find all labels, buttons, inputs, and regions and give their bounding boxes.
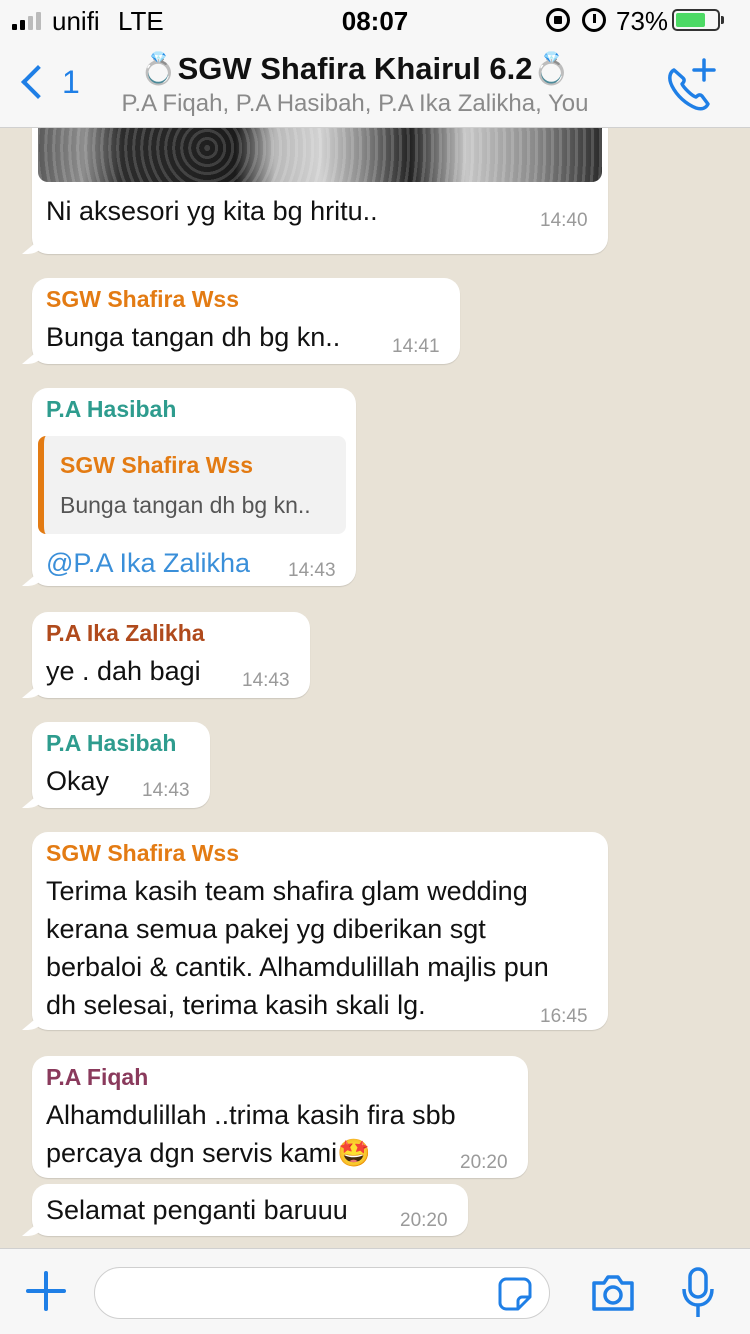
sticker-icon [498, 1277, 532, 1311]
message-text: Ni aksesori yg kita bg hritu.. [46, 196, 378, 226]
message-line: dh selesai, terima kasih skali lg. [46, 990, 426, 1020]
microphone-button[interactable] [680, 1265, 716, 1321]
accessories-photo[interactable] [38, 128, 602, 182]
message-time: 14:43 [242, 670, 290, 691]
message-text: ye . dah bagi [46, 656, 201, 686]
message-line: percaya dgn servis kami🤩 [46, 1138, 371, 1168]
message-time: 14:40 [540, 210, 588, 231]
add-call-button[interactable] [660, 54, 724, 114]
message-text: Alhamdulillah ..trima kasih fira sbb per… [46, 1096, 456, 1172]
message-time: 16:45 [540, 1006, 588, 1027]
sender-name[interactable]: P.A Hasibah [46, 730, 176, 757]
back-button[interactable]: 1 [14, 54, 94, 110]
message-bubble[interactable]: SGW Shafira Wss Terima kasih team shafir… [32, 832, 608, 1030]
camera-icon [592, 1275, 634, 1311]
mention-link[interactable]: @P.A Ika Zalikha [46, 544, 250, 582]
camera-button[interactable] [590, 1271, 636, 1315]
chevron-left-icon [21, 65, 55, 99]
message-time: 14:43 [288, 560, 336, 581]
chat-message-list[interactable]: Ni aksesori yg kita bg hritu.. 14:40 SGW… [0, 128, 750, 1248]
image-message-bubble[interactable]: Ni aksesori yg kita bg hritu.. 14:40 [32, 128, 608, 254]
message-time: 20:20 [400, 1210, 448, 1231]
message-bubble[interactable]: Selamat penganti baruuu 20:20 [32, 1184, 468, 1236]
sender-name[interactable]: SGW Shafira Wss [46, 286, 239, 313]
unread-count: 1 [62, 63, 80, 100]
message-text: Okay [46, 766, 110, 796]
message-line: Alhamdulillah ..trima kasih fira sbb [46, 1100, 456, 1130]
status-bar: unifi LTE 08:07 73% [0, 0, 750, 40]
battery-percentage: 73% [616, 6, 669, 36]
orientation-lock-icon [546, 8, 570, 32]
sticker-button[interactable] [498, 1277, 532, 1311]
message-time: 14:41 [392, 336, 440, 357]
message-input[interactable] [94, 1267, 550, 1319]
message-bubble[interactable]: P.A Fiqah Alhamdulillah ..trima kasih fi… [32, 1056, 528, 1178]
quoted-text: Bunga tangan dh bg kn.. [60, 492, 311, 518]
message-line: berbaloi & cantik. Alhamdulillah majlis … [46, 952, 549, 982]
chat-header: 1 💍SGW Shafira Khairul 6.2💍 P.A Fiqah, P… [0, 40, 750, 128]
message-bubble[interactable]: P.A Ika Zalikha ye . dah bagi 14:43 [32, 612, 310, 698]
battery-icon [672, 9, 724, 31]
group-title[interactable]: 💍SGW Shafira Khairul 6.2💍 [110, 50, 600, 87]
message-line: Terima kasih team shafira glam wedding [46, 876, 528, 906]
quoted-message[interactable]: SGW Shafira Wss Bunga tangan dh bg kn.. [38, 436, 346, 534]
sender-name[interactable]: P.A Hasibah [46, 396, 176, 423]
group-members[interactable]: P.A Fiqah, P.A Hasibah, P.A Ika Zalikha,… [100, 90, 610, 118]
plus-icon[interactable] [24, 1269, 68, 1313]
quoted-sender: SGW Shafira Wss [60, 452, 253, 478]
add-call-icon [668, 58, 716, 111]
message-time: 14:43 [142, 780, 190, 801]
microphone-icon [682, 1267, 714, 1317]
message-text: Terima kasih team shafira glam wedding k… [46, 872, 549, 1024]
message-bubble[interactable]: P.A Hasibah Okay 14:43 [32, 722, 210, 808]
message-line: kerana semua pakej yg diberikan sgt [46, 914, 486, 944]
sender-name[interactable]: P.A Fiqah [46, 1064, 148, 1091]
sender-name[interactable]: P.A Ika Zalikha [46, 620, 205, 647]
message-composer [0, 1248, 750, 1334]
sender-name[interactable]: SGW Shafira Wss [46, 840, 239, 867]
alarm-icon [582, 8, 606, 32]
message-time: 20:20 [460, 1152, 508, 1173]
reply-message-bubble[interactable]: P.A Hasibah SGW Shafira Wss Bunga tangan… [32, 388, 356, 586]
message-text: Bunga tangan dh bg kn.. [46, 322, 341, 352]
message-bubble[interactable]: SGW Shafira Wss Bunga tangan dh bg kn.. … [32, 278, 460, 364]
message-text: Selamat penganti baruuu [46, 1195, 348, 1225]
